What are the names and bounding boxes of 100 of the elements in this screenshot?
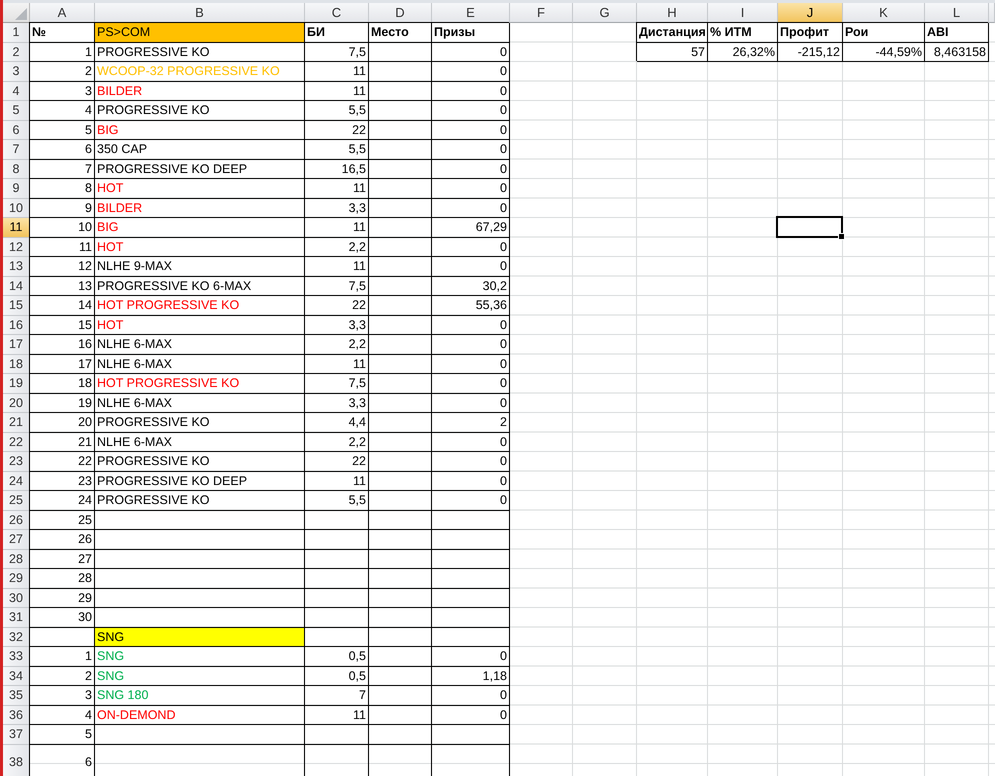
row-header[interactable]: 16 xyxy=(3,316,30,335)
spreadsheet-cell: 14 xyxy=(30,296,95,316)
row-header[interactable]: 18 xyxy=(3,354,30,374)
column-header[interactable]: I xyxy=(708,3,778,23)
row-header[interactable]: 5 xyxy=(3,101,30,120)
row-header[interactable]: 19 xyxy=(3,374,30,394)
row-header[interactable]: 38 xyxy=(3,744,30,776)
spreadsheet-cell: 2 xyxy=(30,666,95,686)
row-header[interactable]: 11 xyxy=(3,218,30,238)
row-header[interactable]: 3 xyxy=(3,62,30,82)
cell-selection[interactable] xyxy=(776,216,843,238)
spreadsheet-cell: NLHE 6-MAX xyxy=(95,335,305,354)
column-header[interactable]: F xyxy=(510,3,573,23)
row-header[interactable]: 7 xyxy=(3,140,30,160)
row-header[interactable]: 32 xyxy=(3,628,30,647)
spreadsheet-cell: 0 xyxy=(432,394,510,413)
row-header[interactable]: 30 xyxy=(3,588,30,608)
row-header[interactable]: 37 xyxy=(3,725,30,744)
spreadsheet-cell: 5,5 xyxy=(305,491,369,510)
spreadsheet-cell: 26,32% xyxy=(708,42,778,62)
spreadsheet-cell: 11 xyxy=(305,472,369,491)
spreadsheet-cell: 1,18 xyxy=(432,666,510,686)
row-header[interactable]: 10 xyxy=(3,198,30,218)
column-header[interactable]: L xyxy=(925,3,989,23)
spreadsheet-cell: 3 xyxy=(30,686,95,706)
spreadsheet-cell: 0 xyxy=(432,374,510,394)
row-header[interactable]: 33 xyxy=(3,647,30,666)
column-header[interactable]: B xyxy=(95,3,305,23)
column-header[interactable]: H xyxy=(637,3,708,23)
row-header[interactable]: 4 xyxy=(3,82,30,101)
spreadsheet-cell: 350 CAP xyxy=(95,140,305,160)
spreadsheet-cell: 0 xyxy=(432,120,510,140)
spreadsheet-cell: 8 xyxy=(30,179,95,198)
spreadsheet-cell: WCOOP-32 PROGRESSIVE KO xyxy=(95,62,305,82)
spreadsheet-cell: -44,59% xyxy=(843,42,925,62)
spreadsheet-cell: 11 xyxy=(305,82,369,101)
spreadsheet-cell: 4,4 xyxy=(305,413,369,432)
spreadsheet-cell: 30 xyxy=(30,608,95,628)
spreadsheet-cell: SNG xyxy=(95,647,305,666)
spreadsheet-cell: 0 xyxy=(432,179,510,198)
spreadsheet-cell: 9 xyxy=(30,198,95,218)
spreadsheet-cell: PROGRESSIVE KO xyxy=(95,101,305,120)
spreadsheet-cell: 7 xyxy=(305,686,369,706)
row-header[interactable]: 24 xyxy=(3,472,30,491)
row-header[interactable]: 35 xyxy=(3,686,30,706)
spreadsheet-cell: 22 xyxy=(305,296,369,316)
row-header[interactable]: 12 xyxy=(3,238,30,257)
row-header[interactable]: 23 xyxy=(3,452,30,472)
column-header[interactable]: C xyxy=(305,3,369,23)
row-header[interactable]: 20 xyxy=(3,394,30,413)
row-header[interactable]: 31 xyxy=(3,608,30,628)
spreadsheet-cell: ABI xyxy=(925,23,989,42)
spreadsheet-cell: PROGRESSIVE KO xyxy=(95,452,305,472)
row-header[interactable]: 22 xyxy=(3,432,30,452)
spreadsheet-cell: 3,3 xyxy=(305,316,369,335)
column-header[interactable]: G xyxy=(573,3,637,23)
spreadsheet-cell: 18 xyxy=(30,374,95,394)
row-header[interactable]: 27 xyxy=(3,530,30,550)
row-header[interactable]: 28 xyxy=(3,550,30,569)
row-header[interactable]: 17 xyxy=(3,335,30,354)
spreadsheet-cell: HOT xyxy=(95,316,305,335)
row-header[interactable]: 8 xyxy=(3,160,30,179)
row-header[interactable]: 2 xyxy=(3,42,30,62)
column-header[interactable]: E xyxy=(432,3,510,23)
column-header[interactable]: K xyxy=(843,3,925,23)
row-header[interactable]: 36 xyxy=(3,706,30,725)
spreadsheet-cell: 11 xyxy=(305,354,369,374)
row-header[interactable]: 14 xyxy=(3,276,30,296)
spreadsheet-cell: PROGRESSIVE KO xyxy=(95,491,305,510)
row-header[interactable]: 13 xyxy=(3,257,30,276)
spreadsheet-cell: 2,2 xyxy=(305,335,369,354)
spreadsheet-cell: 21 xyxy=(30,432,95,452)
spreadsheet-cell: 24 xyxy=(30,491,95,510)
spreadsheet-cell: 0 xyxy=(432,491,510,510)
spreadsheet-cell: 11 xyxy=(305,218,369,238)
row-header[interactable]: 29 xyxy=(3,569,30,588)
row-header[interactable]: 34 xyxy=(3,666,30,686)
row-header[interactable]: 9 xyxy=(3,179,30,198)
row-header[interactable]: 6 xyxy=(3,120,30,140)
column-header[interactable]: A xyxy=(30,3,95,23)
row-header[interactable]: 25 xyxy=(3,491,30,510)
spreadsheet-cell: 0 xyxy=(432,686,510,706)
column-header[interactable]: J xyxy=(778,3,843,23)
spreadsheet-cell: % ИТМ xyxy=(708,23,778,42)
spreadsheet-cell: PS>COM xyxy=(95,23,305,42)
spreadsheet-cell: 0 xyxy=(432,198,510,218)
column-header[interactable]: D xyxy=(369,3,432,23)
row-header[interactable]: 26 xyxy=(3,510,30,530)
spreadsheet-cell: 7 xyxy=(30,160,95,179)
spreadsheet-cell: 19 xyxy=(30,394,95,413)
spreadsheet-cell: 4 xyxy=(30,706,95,725)
fill-handle[interactable] xyxy=(838,232,845,240)
spreadsheet-cell: 6 xyxy=(30,140,95,160)
spreadsheet-cell: BILDER xyxy=(95,198,305,218)
spreadsheet-cell: 2 xyxy=(30,62,95,82)
row-header[interactable]: 21 xyxy=(3,413,30,432)
spreadsheet-cell: 6 xyxy=(30,744,95,776)
spreadsheet-cell: 0 xyxy=(432,472,510,491)
row-header[interactable]: 1 xyxy=(3,23,30,42)
row-header[interactable]: 15 xyxy=(3,296,30,316)
